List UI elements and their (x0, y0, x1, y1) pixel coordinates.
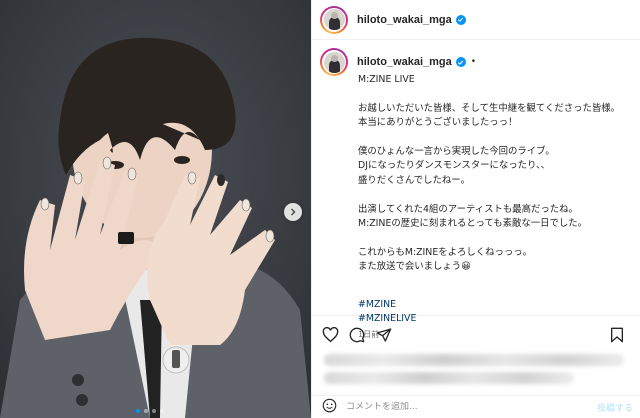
caption-line (358, 87, 633, 101)
post-photo[interactable] (0, 0, 311, 418)
like-button[interactable] (321, 326, 339, 344)
bookmark-icon (611, 327, 623, 343)
smiley-icon (322, 398, 337, 412)
avatar[interactable] (320, 5, 348, 34)
caption-line: これからもM:ZINEをよろしくねっっっ。 (358, 246, 532, 258)
comment-bar: 投稿する (312, 395, 640, 418)
caption-line (358, 131, 633, 145)
caption-line: 出演してくれた4組のアーティストも最高だったね。 (358, 203, 578, 215)
share-button[interactable] (375, 326, 393, 344)
caption-avatar[interactable] (320, 48, 348, 76)
likes-summary-blurred (324, 372, 574, 384)
comment-icon (349, 327, 365, 343)
avatar-image (323, 51, 345, 73)
action-bar (312, 322, 640, 348)
caption-line: M:ZINEの歴史に刻まれるとっても素敵な一日でした。 (358, 218, 588, 230)
comment-input[interactable] (346, 402, 566, 412)
save-button[interactable] (608, 326, 626, 344)
caption-line: お越しいただいた皆様、そして生中継を観てくださった皆様。 (358, 102, 620, 114)
carousel-indicator (136, 409, 164, 413)
caption-line: 盛りだくさんでしたねー。 (358, 174, 470, 186)
caption-line: DJになったりダンスモンスターになったり、、 (358, 160, 551, 172)
post-header: hiloto_wakai_mga (312, 0, 640, 40)
likes-summary-blurred (324, 354, 624, 366)
paper-plane-icon (376, 328, 392, 342)
post-comment-button[interactable]: 投稿する (597, 401, 633, 414)
caption-text: M:ZINE LIVE お越しいただいた皆様、そして生中継を観てくださった皆様。… (358, 73, 633, 275)
caption-line (358, 188, 633, 202)
post-panel: hiloto_wakai_mga hiloto_wakai_mga • M:ZI… (311, 0, 640, 418)
caption-username[interactable]: hiloto_wakai_mga (357, 56, 452, 68)
carousel-dot (136, 409, 140, 413)
chevron-right-icon (291, 208, 296, 216)
carousel-dot (144, 409, 148, 413)
comment-button[interactable] (348, 326, 366, 344)
heart-icon (322, 327, 338, 343)
caption-line: 本当にありがとうございましたっっ！ (358, 117, 518, 129)
next-slide-button[interactable] (284, 203, 302, 221)
caption-area: hiloto_wakai_mga • M:ZINE LIVE お越しいただいた皆… (312, 40, 640, 339)
caption-line: 僕のひょんな一言から実現した今回のライブ。 (358, 146, 555, 158)
caption-line: M:ZINE LIVE (358, 74, 415, 85)
verified-badge-icon (455, 57, 466, 67)
avatar-image (323, 9, 345, 30)
caption-line (358, 231, 633, 245)
emoji-button[interactable] (322, 398, 337, 417)
carousel-dot (152, 409, 156, 413)
portrait-image (0, 0, 311, 418)
hashtag-link[interactable]: #MZINE (358, 298, 416, 312)
verified-badge-icon (455, 14, 466, 25)
header-username[interactable]: hiloto_wakai_mga (357, 14, 452, 26)
carousel-dot (160, 409, 164, 413)
separator-dot: • (470, 57, 477, 67)
caption-line: また放送で会いましょう😀 (358, 261, 471, 273)
